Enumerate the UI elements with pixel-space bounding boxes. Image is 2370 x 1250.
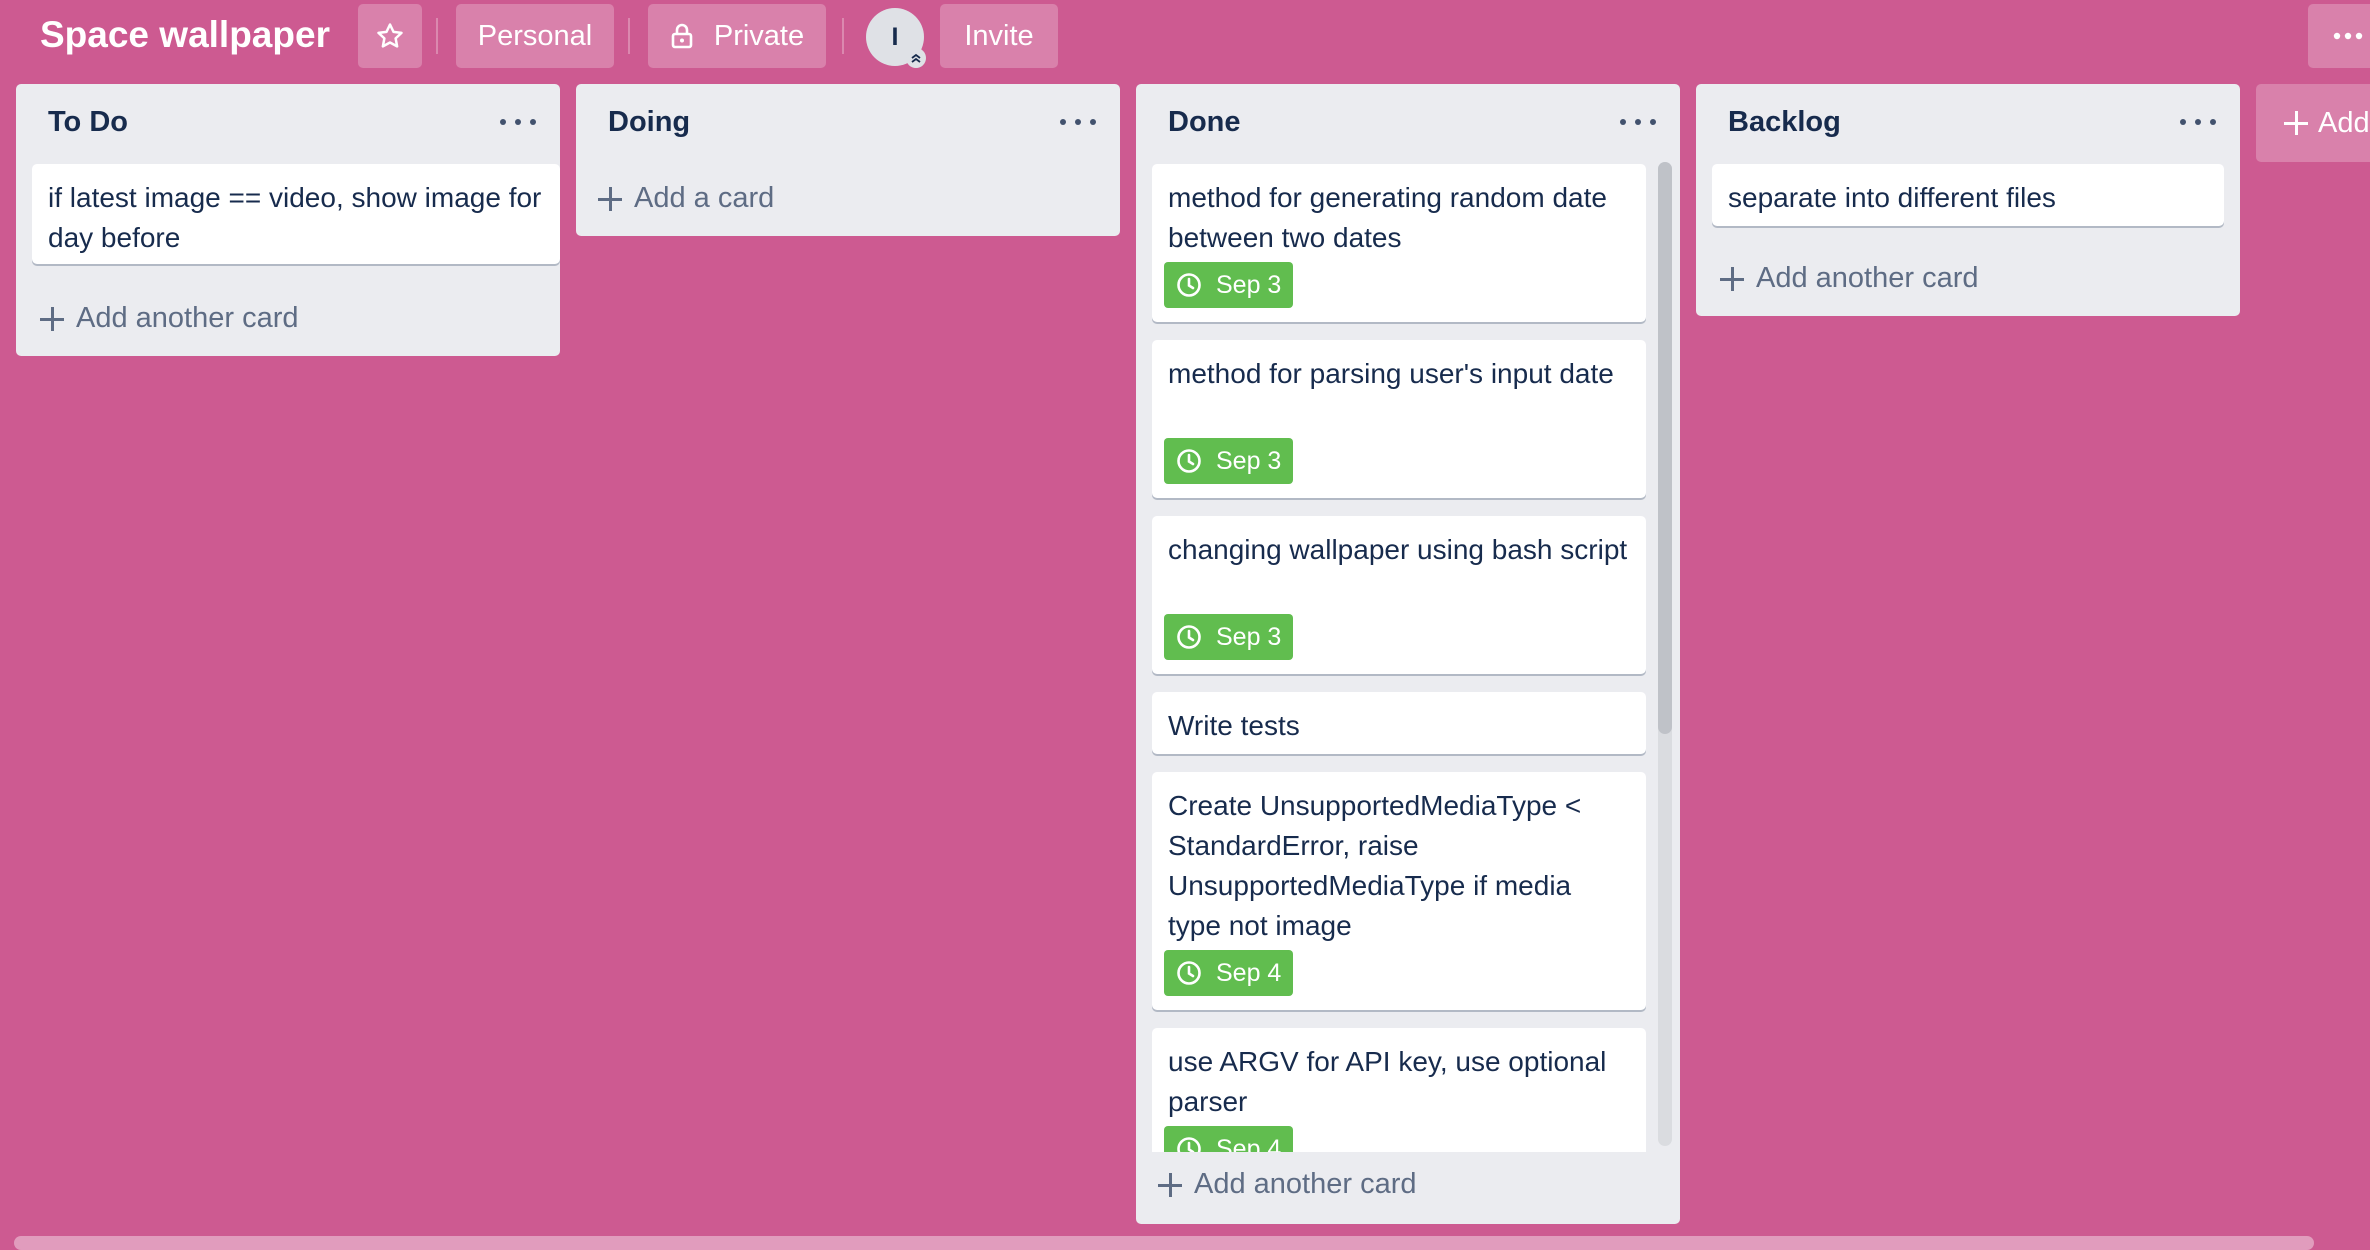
list-title[interactable]: Doing [608, 104, 690, 140]
card-title: use ARGV for API key, use optional parse… [1168, 1046, 1607, 1117]
add-card-label: Add another card [76, 302, 299, 334]
card-title: Write tests [1168, 710, 1300, 741]
card[interactable]: method for generating random date betwee… [1152, 164, 1646, 322]
clock-icon [1177, 273, 1201, 297]
clock-icon [1177, 625, 1201, 649]
add-card-button[interactable]: Add another card [1158, 1168, 1416, 1201]
plus-icon [40, 306, 64, 331]
list-menu-button[interactable] [2180, 104, 2216, 140]
personal-button[interactable]: Personal [456, 4, 614, 68]
lock-icon [671, 23, 693, 49]
due-date-label: Sep 3 [1216, 622, 1282, 651]
card-title: Create UnsupportedMediaType < StandardEr… [1168, 790, 1582, 941]
avatar-initial: I [891, 22, 899, 51]
card-title: changing wallpaper using bash script [1168, 534, 1628, 565]
add-list-label: Add [2318, 106, 2370, 139]
due-date-label: Sep 3 [1216, 446, 1282, 475]
card-title: method for parsing user's input date [1168, 358, 1614, 389]
header-divider [436, 18, 438, 54]
card[interactable]: Create UnsupportedMediaType < StandardEr… [1152, 772, 1646, 1010]
card-title: separate into different files [1728, 182, 2056, 213]
card-title: method for generating random date betwee… [1168, 182, 1607, 253]
list-backlog: Backlog separate into different files Ad… [1696, 84, 2240, 316]
list-header: To Do [16, 84, 560, 160]
list-done: Done method for generating random date b… [1136, 84, 1680, 1224]
list-doing: Doing Add a card [576, 84, 1120, 236]
scrollbar-thumb[interactable] [1658, 162, 1672, 734]
due-date-badge[interactable]: Sep 3 [1164, 614, 1294, 660]
more-horizontal-icon [2333, 32, 2363, 40]
card[interactable]: Write tests [1152, 692, 1646, 754]
plus-icon [2284, 111, 2308, 135]
clock-icon [1177, 961, 1201, 985]
card-title: if latest image == video, show image for… [48, 182, 542, 253]
card[interactable]: changing wallpaper using bash script Sep… [1152, 516, 1646, 674]
board-horizontal-scrollbar[interactable] [14, 1236, 2314, 1250]
plus-icon [1720, 266, 1744, 291]
plus-icon [598, 186, 622, 211]
list-title[interactable]: To Do [48, 104, 128, 140]
private-label: Private [713, 20, 805, 52]
plus-icon [1158, 1172, 1182, 1197]
header-divider [842, 18, 844, 54]
card[interactable]: if latest image == video, show image for… [32, 164, 560, 264]
due-date-badge[interactable]: Sep 3 [1164, 262, 1294, 308]
private-visibility-button[interactable]: Private [648, 4, 826, 68]
done-cards-container: method for generating random date betwee… [1136, 84, 1680, 1152]
invite-button[interactable]: Invite [940, 4, 1058, 68]
due-date-label: Sep 3 [1216, 270, 1282, 299]
add-card-label: Add a card [634, 182, 775, 214]
admin-chevron-icon [906, 48, 926, 68]
due-date-label: Sep 4 [1216, 958, 1282, 987]
due-date-badge[interactable]: Sep 4 [1164, 950, 1294, 996]
list-header: Backlog [1696, 84, 2240, 160]
due-date-badge[interactable]: Sep 3 [1164, 438, 1294, 484]
star-icon [377, 23, 403, 48]
due-date-label: Sep 4 [1216, 1134, 1282, 1153]
done-list-scrollbar[interactable] [1658, 162, 1672, 1146]
list-menu-button[interactable] [500, 104, 536, 140]
list-header: Doing [576, 84, 1120, 160]
member-avatar[interactable]: I [866, 8, 926, 68]
card[interactable]: separate into different files [1712, 164, 2224, 226]
add-card-label: Add another card [1194, 1168, 1417, 1200]
add-card-button[interactable]: Add a card [598, 182, 774, 215]
list-menu-button[interactable] [1060, 104, 1096, 140]
board-menu-button[interactable] [2308, 4, 2370, 68]
card[interactable]: method for parsing user's input date Sep… [1152, 340, 1646, 498]
add-list-button[interactable]: Add [2256, 84, 2370, 162]
board-title[interactable]: Space wallpaper [40, 12, 330, 58]
board-header: Space wallpaper Personal Private I Invit… [0, 0, 2370, 72]
clock-icon [1177, 1137, 1201, 1152]
clock-icon [1177, 449, 1201, 473]
add-card-button[interactable]: Add another card [40, 302, 298, 335]
add-card-label: Add another card [1756, 262, 1979, 294]
list-todo: To Do if latest image == video, show ima… [16, 84, 560, 356]
header-divider [628, 18, 630, 54]
add-card-button[interactable]: Add another card [1720, 262, 1978, 295]
list-title[interactable]: Backlog [1728, 104, 1841, 140]
card[interactable]: use ARGV for API key, use optional parse… [1152, 1028, 1646, 1152]
star-button[interactable] [358, 4, 422, 68]
due-date-badge[interactable]: Sep 4 [1164, 1126, 1294, 1153]
